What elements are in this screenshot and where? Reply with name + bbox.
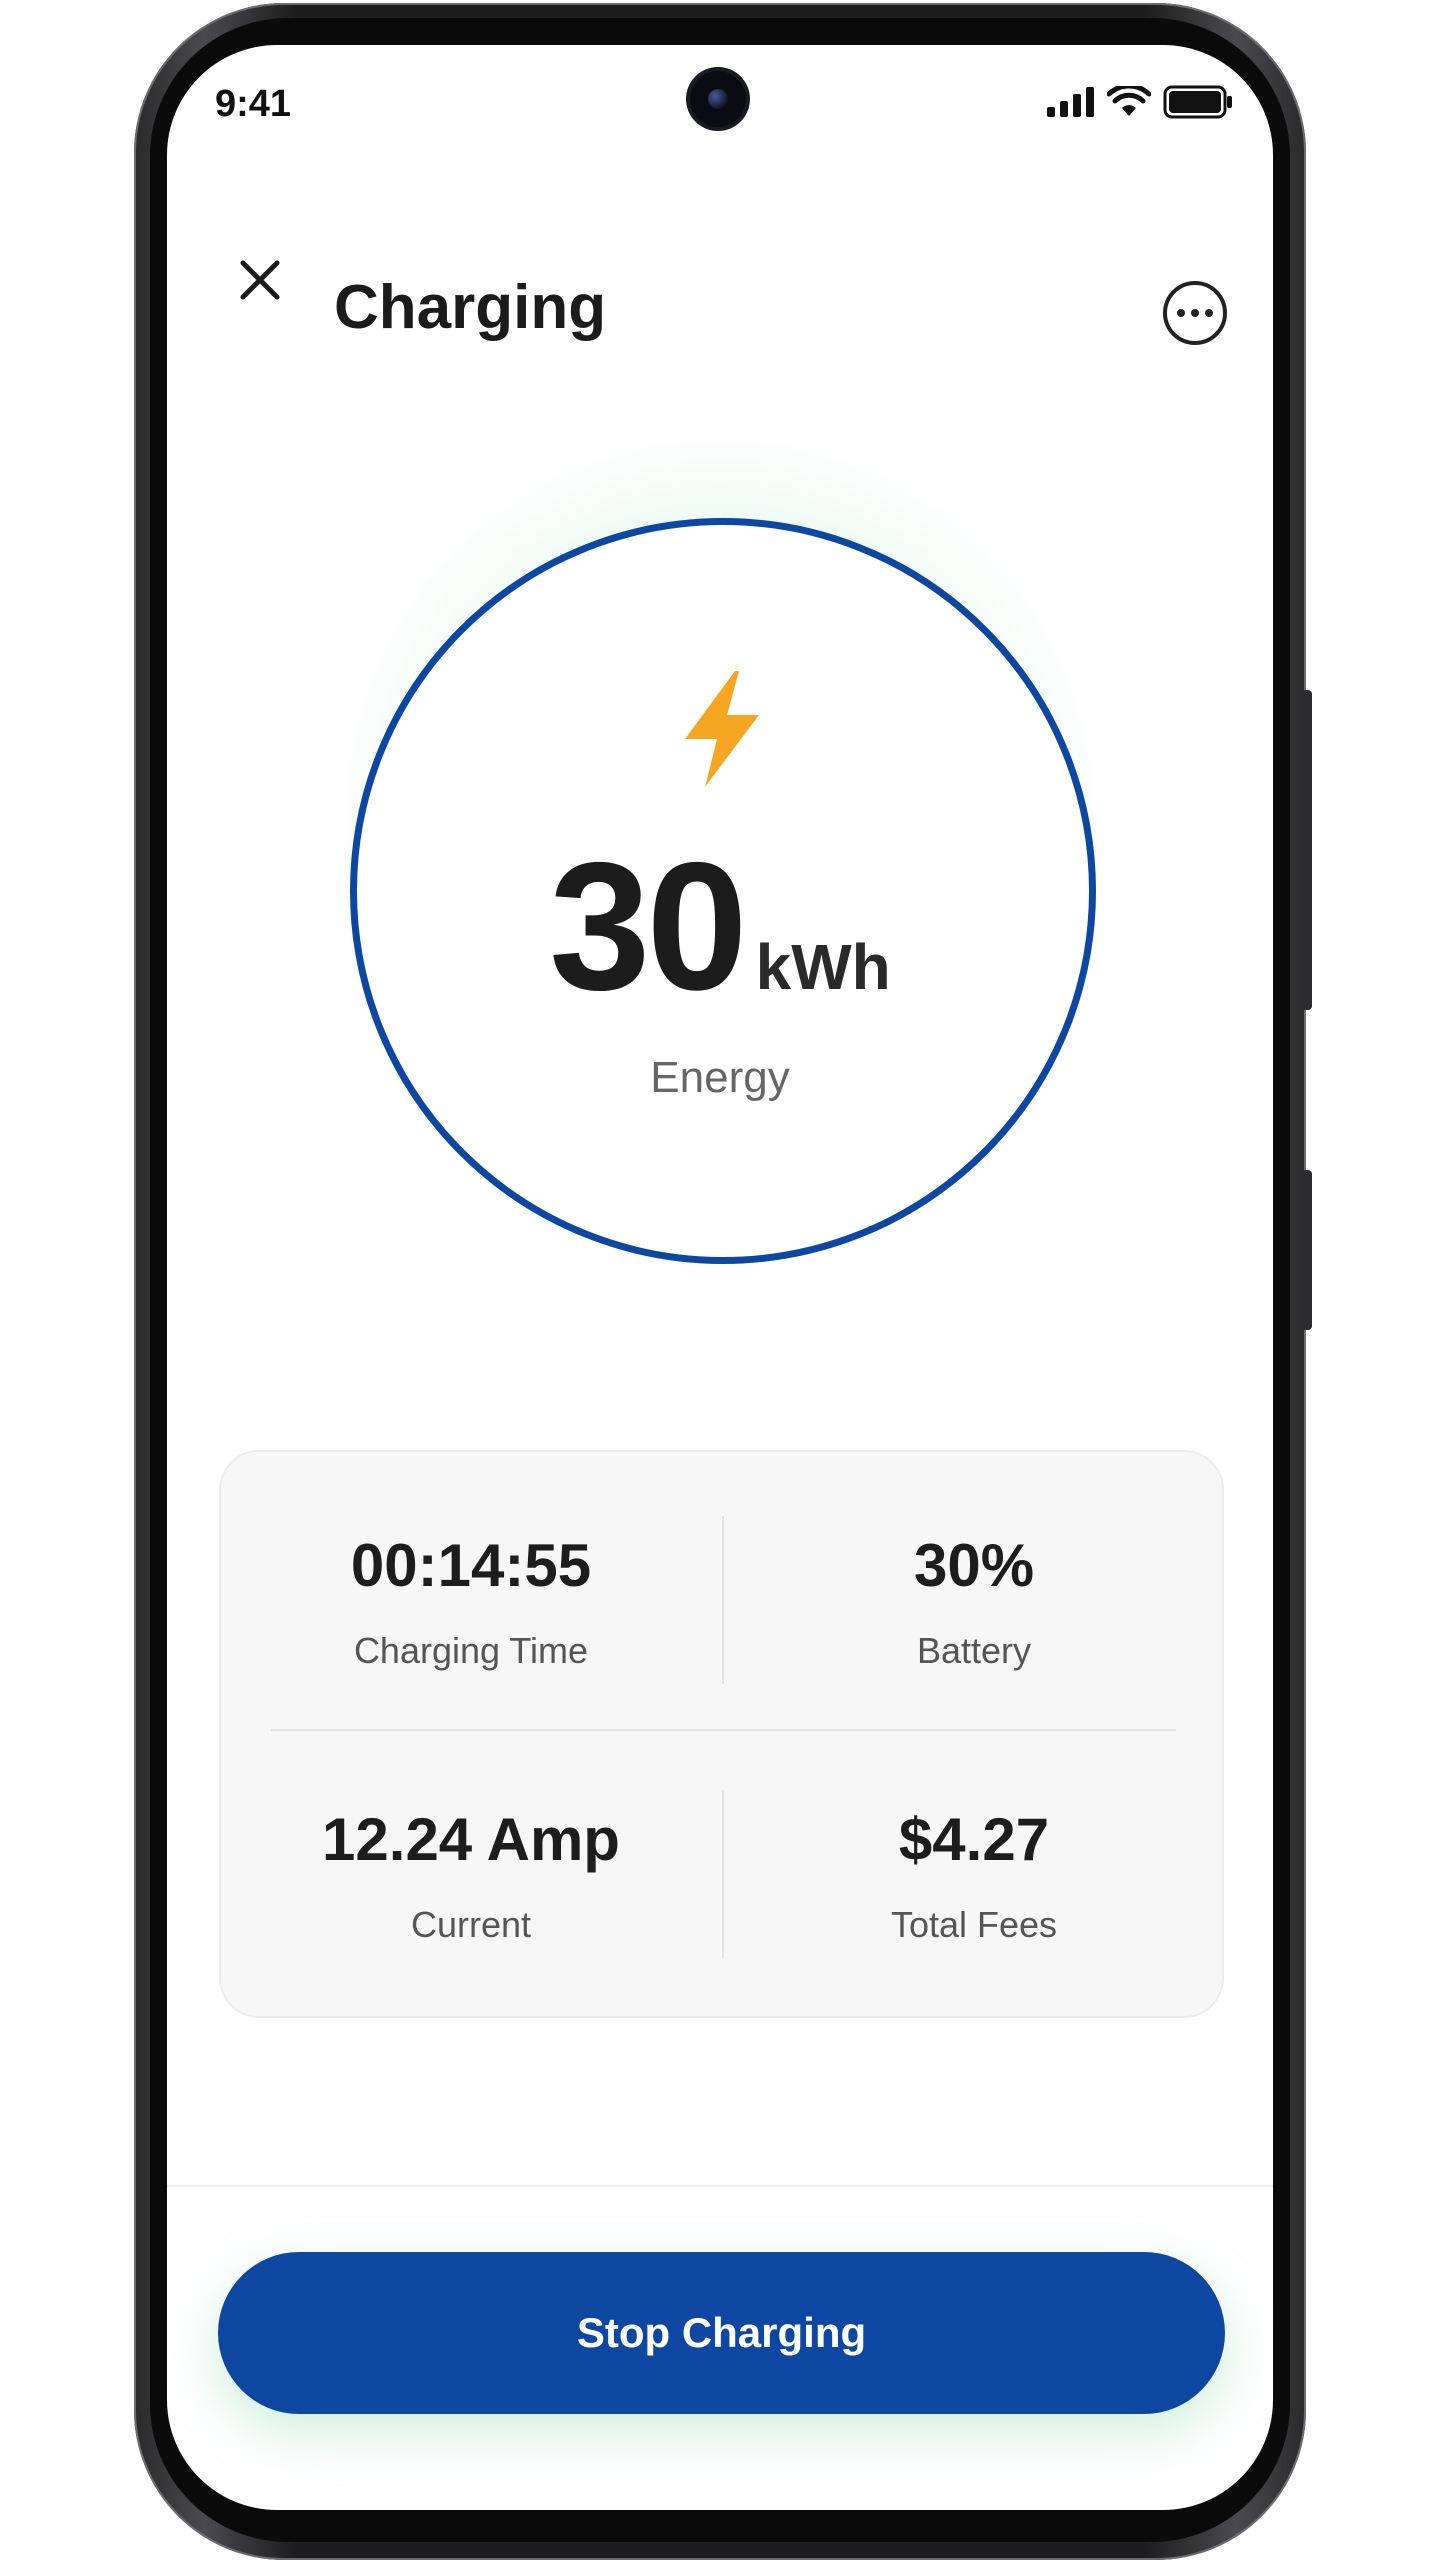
stat-current: 12.24 Amp Current [221,1810,721,1946]
stats-divider-vertical [722,1790,724,1958]
stat-total-fees: $4.27 Total Fees [724,1810,1224,1946]
stat-value: 12.24 Amp [322,1806,620,1873]
stats-divider-horizontal [271,1729,1176,1731]
energy-label: Energy [650,1053,790,1102]
stats-card: 00:14:55 Charging Time 30% Battery 12.24… [219,1450,1224,2018]
bottom-separator [167,2185,1273,2187]
phone-screen: 9:41 Charging 30 kWh Energy 00:14:55 Cha… [167,45,1273,2510]
battery-icon [1163,85,1232,119]
close-icon [240,260,280,300]
more-options-icon [1177,309,1213,317]
page-title: Charging [334,273,607,342]
stat-label: Total Fees [890,1904,1058,1945]
stop-charging-button[interactable]: Stop Charging [218,2252,1225,2414]
close-button[interactable] [225,245,295,315]
stat-value: 30% [913,1532,1035,1599]
stat-charging-time: 00:14:55 Charging Time [221,1536,721,1672]
status-time: 9:41 [215,83,292,125]
power-button [1302,1170,1312,1330]
volume-button [1302,690,1312,1010]
lightning-bolt-icon [685,671,759,787]
stat-value: $4.27 [898,1806,1050,1873]
stat-battery: 30% Battery [724,1536,1224,1672]
stats-divider-vertical [722,1516,724,1684]
stat-label: Charging Time [353,1630,589,1671]
signal-icon [1047,87,1094,117]
status-icons [1047,85,1233,119]
more-options-button[interactable] [1163,281,1227,345]
stat-value: 00:14:55 [350,1532,592,1599]
stat-label: Battery [916,1630,1032,1671]
wifi-icon [1107,86,1151,116]
energy-unit: kWh [755,931,891,1003]
energy-reading: 30 kWh [167,835,1273,1017]
stat-label: Current [410,1904,532,1945]
front-camera [690,71,746,127]
energy-value: 30 [549,824,747,1028]
